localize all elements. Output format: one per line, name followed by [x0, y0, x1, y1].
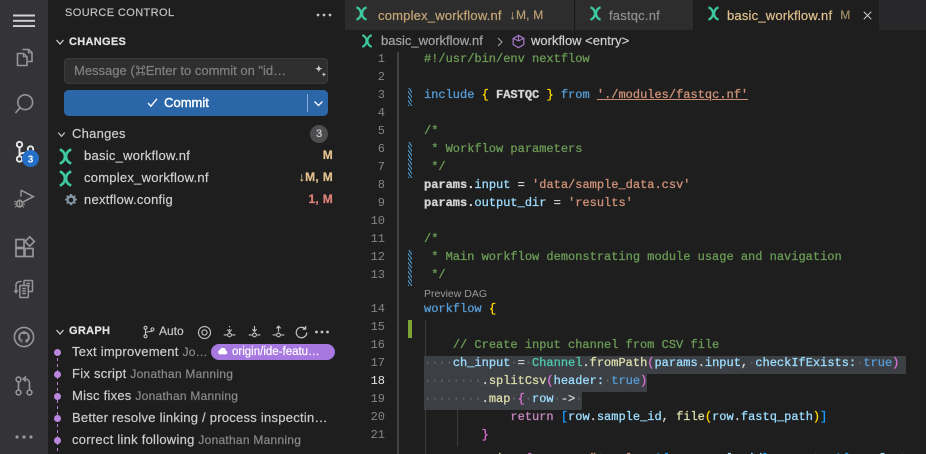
svg-text:3: 3 [28, 154, 34, 165]
